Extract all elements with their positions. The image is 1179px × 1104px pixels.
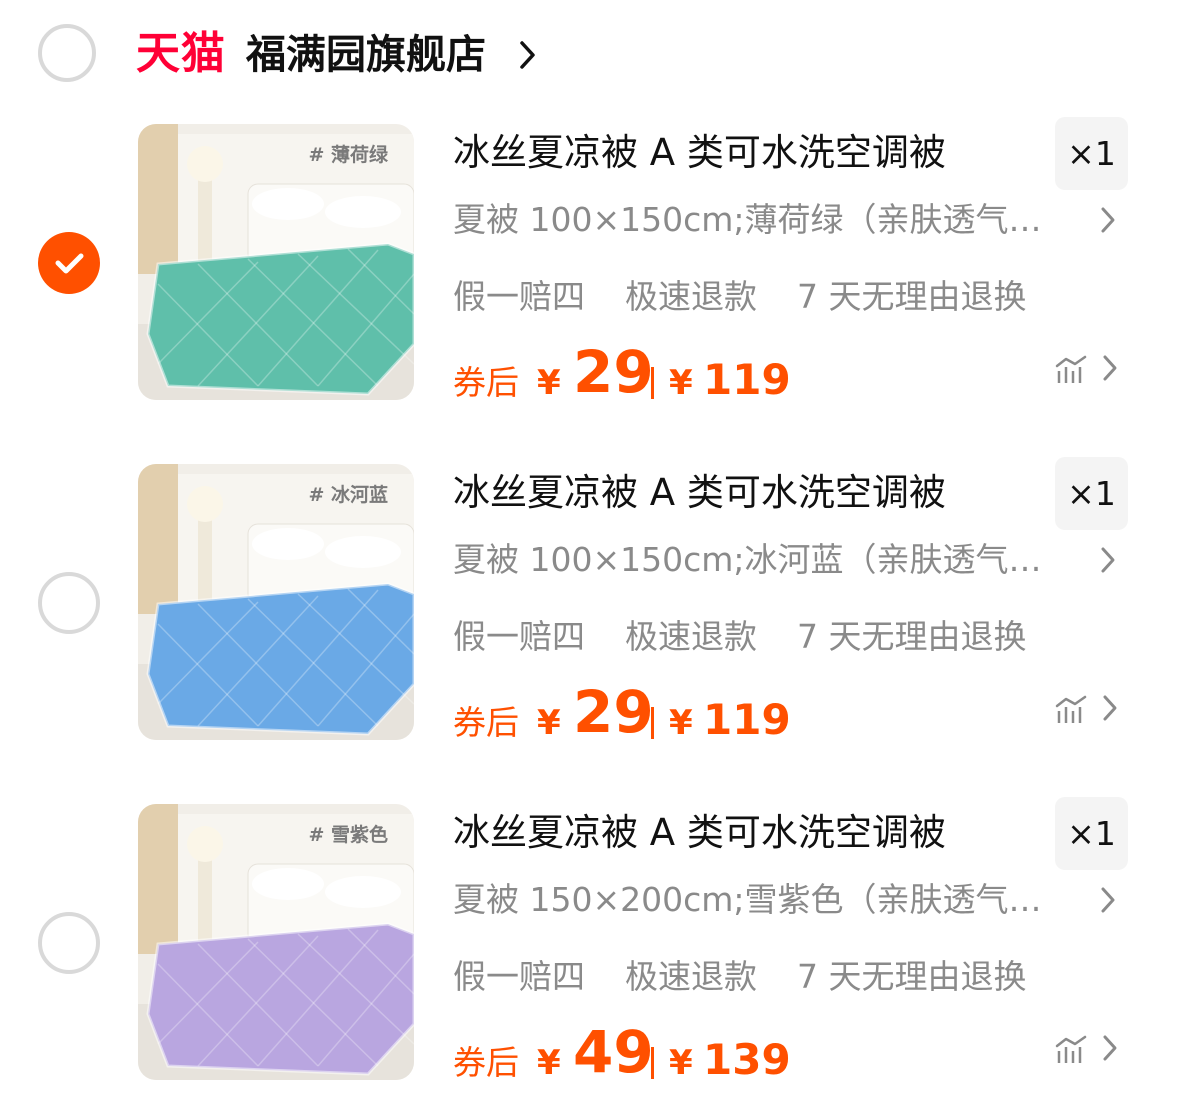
price-divider xyxy=(651,367,654,399)
check-icon xyxy=(55,253,84,274)
chevron-right-icon[interactable] xyxy=(1098,544,1118,576)
chevron-right-icon[interactable] xyxy=(517,38,539,72)
cart-item: # 雪紫色 冰丝夏凉被 A 类可水洗空调被 ×1 夏被 150×200cm;雪紫… xyxy=(0,797,1179,1094)
chevron-right-icon[interactable] xyxy=(1100,692,1120,724)
service-tag: 7 天无理由退换 xyxy=(797,617,1027,656)
service-tag: 假一赔四 xyxy=(453,277,585,316)
currency-symbol: ¥ xyxy=(537,703,561,743)
cart-item: # 薄荷绿 冰丝夏凉被 A 类可水洗空调被 ×1 夏被 100×150cm;薄荷… xyxy=(0,117,1179,414)
coupon-price-label: 券后 xyxy=(453,1043,519,1082)
chevron-right-icon[interactable] xyxy=(1100,352,1120,384)
coupon-price: 49 xyxy=(573,1018,654,1086)
product-color-tag: # 雪紫色 xyxy=(308,824,388,846)
product-title[interactable]: 冰丝夏凉被 A 类可水洗空调被 xyxy=(453,128,946,178)
service-tag: 假一赔四 xyxy=(453,617,585,656)
sku-selector[interactable]: 夏被 100×150cm;冰河蓝（亲肤透气… xyxy=(453,537,1053,583)
chevron-right-icon[interactable] xyxy=(1098,204,1118,236)
quantity-button[interactable]: ×1 xyxy=(1055,797,1128,870)
price-divider xyxy=(651,1047,654,1079)
price-trend-icon[interactable] xyxy=(1054,352,1088,386)
currency-symbol: ¥ xyxy=(537,363,561,403)
product-image[interactable]: # 雪紫色 xyxy=(138,804,414,1080)
coupon-price: 29 xyxy=(573,338,654,406)
product-title[interactable]: 冰丝夏凉被 A 类可水洗空调被 xyxy=(453,468,946,518)
product-image[interactable]: # 薄荷绿 xyxy=(138,124,414,400)
tmall-logo: 天猫 xyxy=(136,28,226,79)
coupon-price-label: 券后 xyxy=(453,703,519,742)
price-trend-icon[interactable] xyxy=(1054,692,1088,726)
service-tag: 极速退款 xyxy=(625,617,757,656)
original-price: 139 xyxy=(703,1035,791,1084)
original-price: 119 xyxy=(703,695,791,744)
price-divider xyxy=(651,707,654,739)
price-trend-icon[interactable] xyxy=(1054,1032,1088,1066)
service-tags: 假一赔四 极速退款 7 天无理由退换 xyxy=(453,954,1067,1000)
chevron-right-icon[interactable] xyxy=(1100,1032,1120,1064)
item-select-radio-checked[interactable] xyxy=(38,232,100,294)
product-image[interactable]: # 冰河蓝 xyxy=(138,464,414,740)
cart-item: # 冰河蓝 冰丝夏凉被 A 类可水洗空调被 ×1 夏被 100×150cm;冰河… xyxy=(0,457,1179,754)
currency-symbol: ¥ xyxy=(669,1043,693,1083)
product-title[interactable]: 冰丝夏凉被 A 类可水洗空调被 xyxy=(453,808,946,858)
item-select-radio[interactable] xyxy=(38,572,100,634)
product-color-tag: # 薄荷绿 xyxy=(308,144,388,166)
shop-name[interactable]: 福满园旗舰店 xyxy=(246,30,486,80)
coupon-price-label: 券后 xyxy=(453,363,519,402)
currency-symbol: ¥ xyxy=(669,363,693,403)
original-price: 119 xyxy=(703,355,791,404)
product-color-tag: # 冰河蓝 xyxy=(308,484,388,506)
chevron-right-icon[interactable] xyxy=(1098,884,1118,916)
sku-selector[interactable]: 夏被 150×200cm;雪紫色（亲肤透气… xyxy=(453,877,1053,923)
quantity-button[interactable]: ×1 xyxy=(1055,117,1128,190)
service-tag: 极速退款 xyxy=(625,277,757,316)
sku-selector[interactable]: 夏被 100×150cm;薄荷绿（亲肤透气… xyxy=(453,197,1053,243)
currency-symbol: ¥ xyxy=(537,1043,561,1083)
service-tag: 7 天无理由退换 xyxy=(797,957,1027,996)
item-select-radio[interactable] xyxy=(38,912,100,974)
shop-select-radio[interactable] xyxy=(38,24,96,82)
service-tag: 7 天无理由退换 xyxy=(797,277,1027,316)
service-tags: 假一赔四 极速退款 7 天无理由退换 xyxy=(453,614,1067,660)
coupon-price: 29 xyxy=(573,678,654,746)
service-tag: 假一赔四 xyxy=(453,957,585,996)
currency-symbol: ¥ xyxy=(669,703,693,743)
service-tag: 极速退款 xyxy=(625,957,757,996)
shop-header: 天猫 福满园旗舰店 xyxy=(0,0,1179,110)
quantity-button[interactable]: ×1 xyxy=(1055,457,1128,530)
service-tags: 假一赔四 极速退款 7 天无理由退换 xyxy=(453,274,1067,320)
